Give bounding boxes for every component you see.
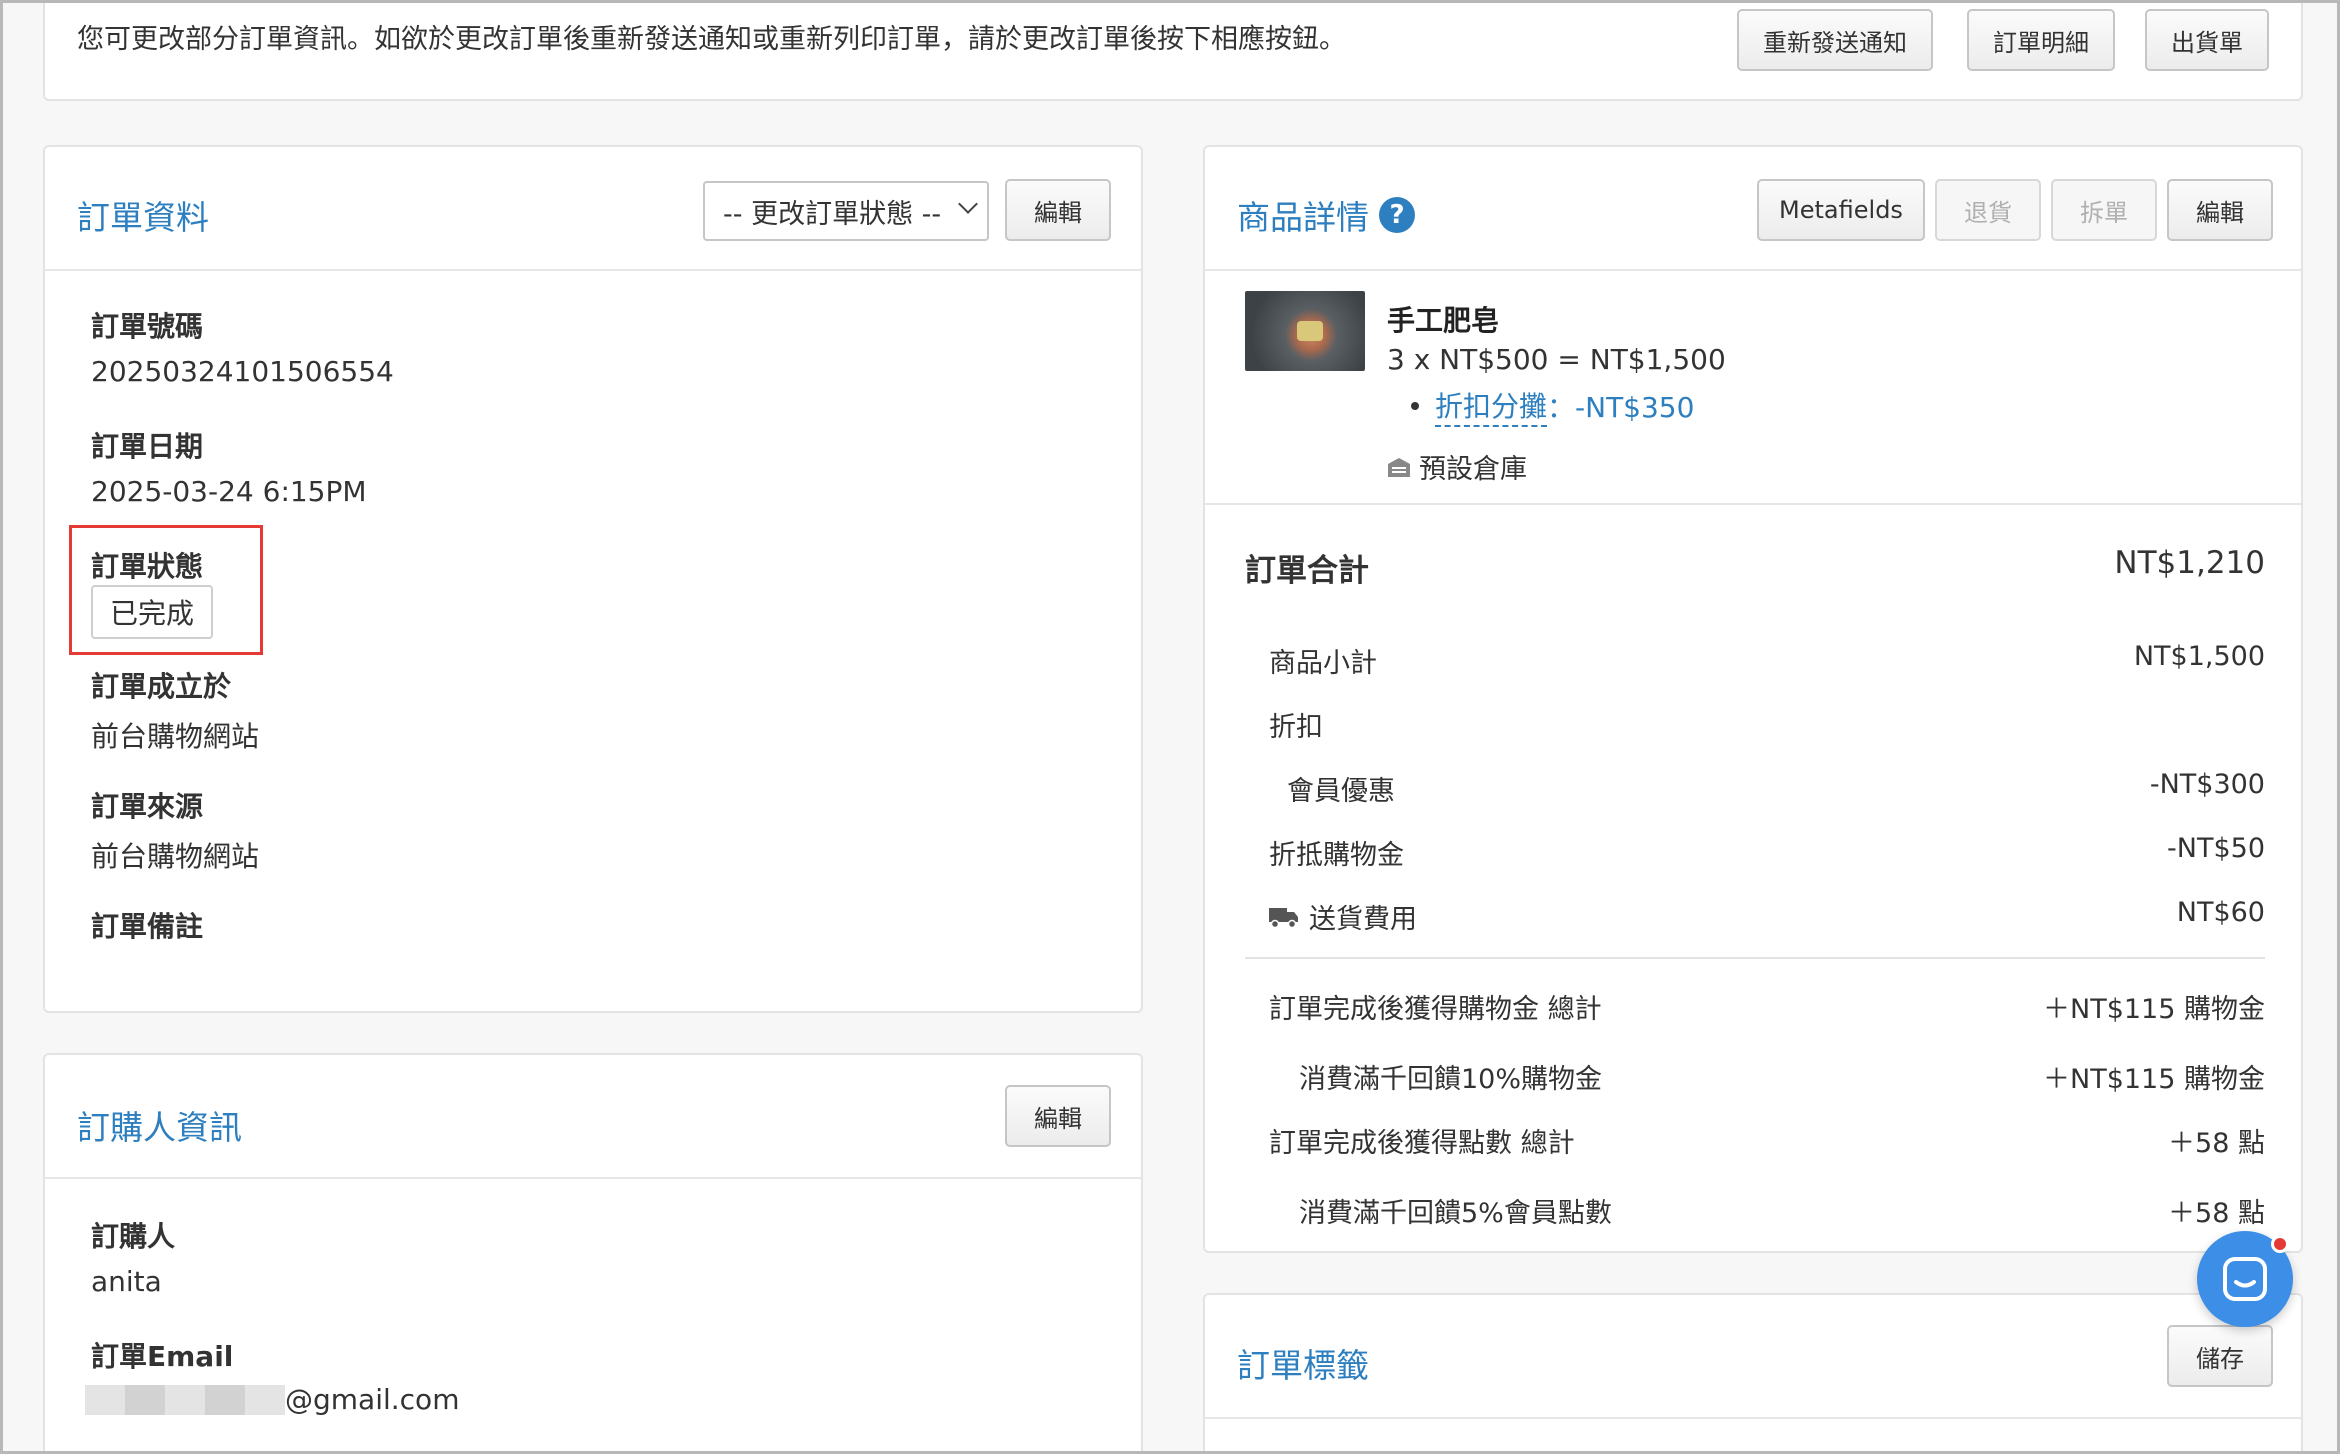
packing-slip-button[interactable]: 出貨單 xyxy=(2145,9,2269,71)
metafields-button[interactable]: Metafields xyxy=(1757,179,1925,241)
shipping-fee-value: NT$60 xyxy=(2176,897,2265,928)
order-number-label: 訂單號碼 xyxy=(91,310,204,343)
product-name[interactable]: 手工肥皂 xyxy=(1387,299,1499,339)
buyer-label: 訂購人 xyxy=(91,1220,176,1253)
order-info-edit-button[interactable]: 編輯 xyxy=(1005,179,1111,241)
email-label: 訂單Email xyxy=(91,1340,234,1373)
discount-allocation-value: ：-NT$350 xyxy=(1547,391,1695,424)
order-source-label: 訂單來源 xyxy=(91,790,204,823)
bullet-icon xyxy=(1411,402,1419,410)
order-info-title: 訂單資料 xyxy=(77,198,209,237)
discount-allocation-label[interactable]: 折扣分攤 xyxy=(1435,385,1548,427)
order-total-label: 訂單合計 xyxy=(1245,553,1369,589)
shipping-fee-label: 送貨費用 xyxy=(1309,904,1417,935)
buyer-info-divider xyxy=(45,1177,1141,1179)
chat-icon xyxy=(2223,1257,2267,1301)
buyer-info-title: 訂購人資訊 xyxy=(77,1108,242,1147)
discount-label: 折扣 xyxy=(1269,712,1323,743)
product-item-divider xyxy=(1205,503,2301,505)
credit-deduction-value: -NT$50 xyxy=(2167,833,2265,864)
product-qty-line: 3 x NT$500 = NT$1,500 xyxy=(1387,343,1726,376)
reward-credit-total-value: ＋NT$115 購物金 xyxy=(2043,994,2265,1025)
buyer-info-edit-button[interactable]: 編輯 xyxy=(1005,1085,1111,1147)
order-date-value: 2025-03-24 6:15PM xyxy=(91,475,367,508)
order-total-value: NT$1,210 xyxy=(2114,545,2265,581)
credit-deduction-label: 折抵購物金 xyxy=(1269,840,1404,871)
chat-launcher-button[interactable] xyxy=(2197,1231,2293,1327)
reward-points-item-label: 消費滿千回饋5%會員點數 xyxy=(1299,1198,1612,1229)
order-tags-panel: 訂單標籤 儲存 xyxy=(1203,1293,2303,1451)
subtotal-label: 商品小計 xyxy=(1269,648,1377,679)
chat-notification-dot xyxy=(2271,1235,2289,1253)
order-tags-title: 訂單標籤 xyxy=(1237,1346,1369,1385)
product-edit-button[interactable]: 編輯 xyxy=(2167,179,2273,241)
tags-save-button[interactable]: 儲存 xyxy=(2167,1325,2273,1387)
order-number-value: 20250324101506554 xyxy=(91,355,394,388)
product-title: 商品詳情 xyxy=(1237,198,1369,237)
product-header: 商品詳情 ? xyxy=(1237,191,1415,239)
page: 您可更改部分訂單資訊。如欲於更改訂單後重新發送通知或重新列印訂單，請於更改訂單後… xyxy=(0,0,2340,1454)
buyer-info-panel: 訂購人資訊 編輯 訂購人 anita 訂單Email @gmail.com xyxy=(43,1053,1143,1451)
chevron-down-icon xyxy=(958,194,978,214)
reward-credit-item-label: 消費滿千回饋10%購物金 xyxy=(1299,1064,1603,1095)
order-detail-button[interactable]: 訂單明細 xyxy=(1967,9,2115,71)
reward-credit-item-value: ＋NT$115 購物金 xyxy=(2043,1064,2265,1095)
reward-credit-total-label: 訂單完成後獲得購物金 總計 xyxy=(1269,994,1602,1025)
notice-text: 您可更改部分訂單資訊。如欲於更改訂單後重新發送通知或重新列印訂單，請於更改訂單後… xyxy=(77,24,1346,55)
order-note-label: 訂單備註 xyxy=(91,910,204,943)
order-status-select[interactable]: -- 更改訂單狀態 -- xyxy=(703,181,989,241)
resend-notification-button[interactable]: 重新發送通知 xyxy=(1737,9,1933,71)
buyer-name: anita xyxy=(91,1265,162,1298)
order-status-select-value: -- 更改訂單狀態 -- xyxy=(723,198,942,230)
product-header-divider xyxy=(1205,269,2301,271)
help-icon[interactable]: ? xyxy=(1379,197,1415,233)
email-value: @gmail.com xyxy=(285,1383,460,1416)
member-discount-value: -NT$300 xyxy=(2149,769,2265,800)
order-created-at-label: 訂單成立於 xyxy=(91,670,232,703)
member-discount-label: 會員優惠 xyxy=(1287,776,1395,807)
totals-divider xyxy=(1245,957,2265,959)
order-date-label: 訂單日期 xyxy=(91,430,204,463)
order-status-label: 訂單狀態 xyxy=(91,550,204,583)
reward-points-total-label: 訂單完成後獲得點數 總計 xyxy=(1269,1128,1575,1159)
order-tags-divider xyxy=(1205,1417,2301,1419)
truck-icon xyxy=(1269,907,1298,928)
soap-shape xyxy=(1297,321,1323,341)
order-info-panel: 訂單資料 -- 更改訂單狀態 -- 編輯 訂單號碼 20250324101506… xyxy=(43,145,1143,1013)
order-created-at-value: 前台購物網站 xyxy=(91,720,260,753)
split-order-button[interactable]: 拆單 xyxy=(2051,179,2157,241)
reward-points-total-value: ＋58 點 xyxy=(2168,1128,2265,1159)
reward-points-item-value: ＋58 點 xyxy=(2168,1198,2265,1229)
product-thumbnail[interactable] xyxy=(1245,291,1365,371)
warehouse-icon xyxy=(1388,457,1410,477)
notice-panel: 您可更改部分訂單資訊。如欲於更改訂單後重新發送通知或重新列印訂單，請於更改訂單後… xyxy=(43,3,2303,101)
order-info-divider xyxy=(45,269,1141,271)
order-source-value: 前台購物網站 xyxy=(91,840,260,873)
warehouse-row: 預設倉庫 xyxy=(1387,447,1527,486)
product-panel: 商品詳情 ? Metafields 退貨 拆單 編輯 手工肥皂 3 x NT$5… xyxy=(1203,145,2303,1253)
order-status-badge: 已完成 xyxy=(91,585,213,639)
email-redacted-block xyxy=(85,1385,285,1415)
return-button[interactable]: 退貨 xyxy=(1935,179,2041,241)
warehouse-name: 預設倉庫 xyxy=(1419,454,1527,485)
discount-allocation-item: 折扣分攤 ：-NT$350 xyxy=(1411,385,1694,427)
subtotal-value: NT$1,500 xyxy=(2133,641,2265,672)
shipping-fee-row: 送貨費用 xyxy=(1269,897,1417,936)
